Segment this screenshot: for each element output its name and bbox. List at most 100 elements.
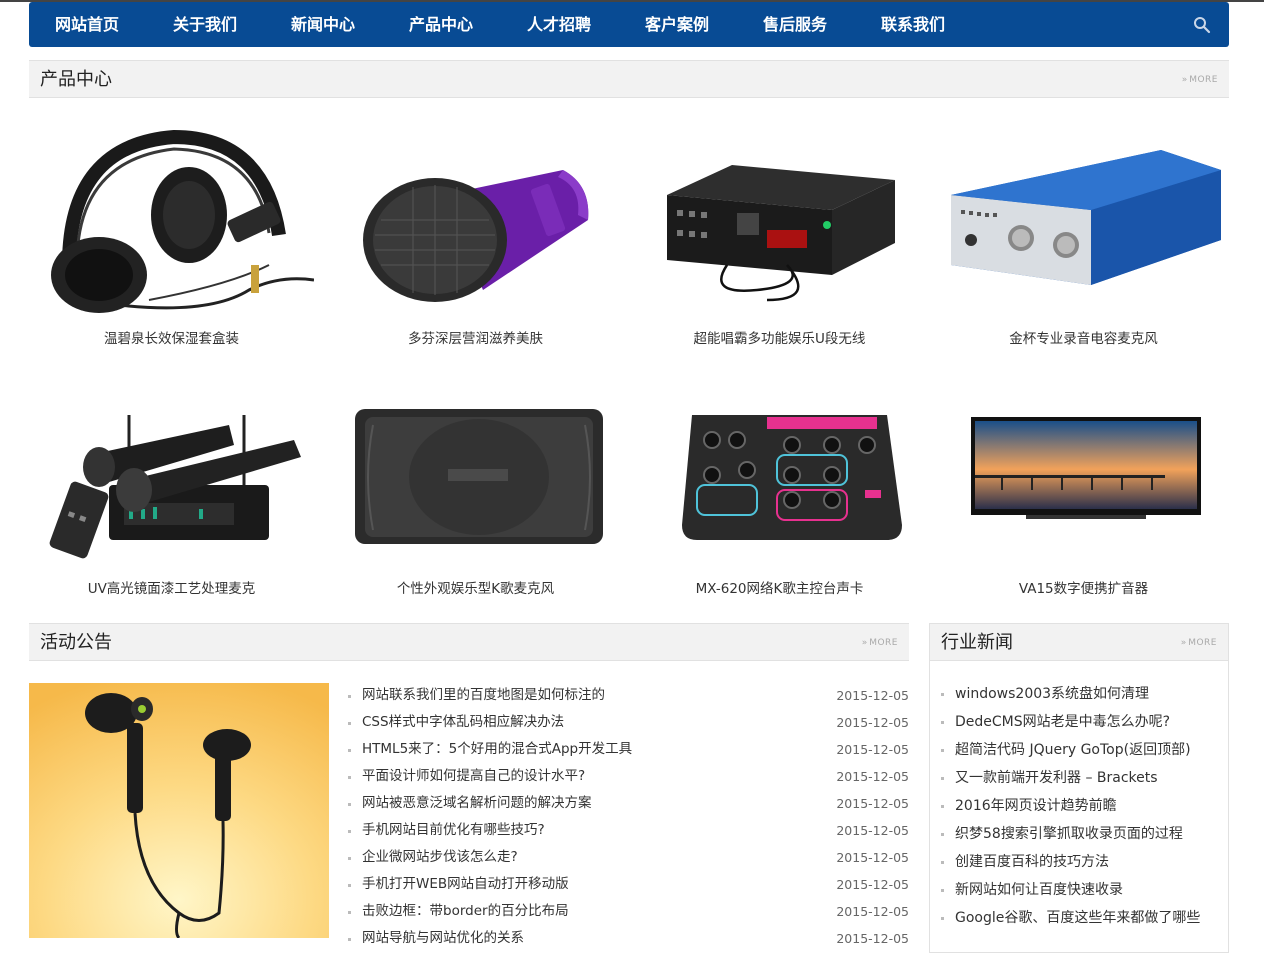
news-list-item[interactable]: 织梦58搜索引擎抓取收录页面的过程 — [941, 820, 1221, 848]
notice-date: 2015-12-05 — [836, 769, 909, 784]
nav-item-about[interactable]: 关于我们 — [173, 2, 237, 47]
notice-list-item[interactable]: 企业微网站步伐该怎么走? 2015-12-05 — [348, 844, 909, 871]
product-name: 多芬深层营润滋养美肤 — [408, 331, 543, 347]
notice-header: 活动公告 » MORE — [29, 623, 909, 661]
bullet — [348, 722, 351, 725]
notice-list-item[interactable]: 平面设计师如何提高自己的设计水平? 2015-12-05 — [348, 763, 909, 790]
nav-item-service[interactable]: 售后服务 — [763, 2, 827, 47]
search-icon[interactable] — [1193, 16, 1211, 34]
news-title: 行业新闻 — [941, 632, 1013, 653]
notice-list-item[interactable]: 击败边框：带border的百分比布局 2015-12-05 — [348, 898, 909, 925]
notice-list-item[interactable]: CSS样式中字体乱码相应解决办法 2015-12-05 — [348, 709, 909, 736]
bullet — [348, 911, 351, 914]
products-more-link[interactable]: » MORE — [1182, 61, 1218, 99]
notice-link[interactable]: 平面设计师如何提高自己的设计水平? — [362, 763, 585, 790]
products-title: 产品中心 — [40, 69, 112, 90]
news-list-item[interactable]: Google谷歌、百度这些年来都做了哪些 — [941, 904, 1221, 932]
news-more-link[interactable]: » MORE — [1181, 624, 1217, 662]
product-card[interactable]: 个性外观娱乐型K歌麦克风 — [333, 395, 618, 615]
nav-item-news[interactable]: 新闻中心 — [291, 2, 355, 47]
bullet — [348, 830, 351, 833]
notice-list-item[interactable]: 网站联系我们里的百度地图是如何标注的 2015-12-05 — [348, 682, 909, 709]
notice-date: 2015-12-05 — [836, 823, 909, 838]
products-header: 产品中心 » MORE — [29, 60, 1229, 98]
news-list-item[interactable]: 又一款前端开发利器 – Brackets — [941, 764, 1221, 792]
notice-date: 2015-12-05 — [836, 931, 909, 946]
notice-link[interactable]: CSS样式中字体乱码相应解决办法 — [362, 709, 564, 736]
news-list-item[interactable]: DedeCMS网站老是中毒怎么办呢? — [941, 708, 1221, 736]
notice-link[interactable]: 网站导航与网站优化的关系 — [362, 925, 524, 952]
product-card[interactable]: 金杯专业录音电容麦克风 — [941, 115, 1226, 347]
news-list-item[interactable]: 创建百度百科的技巧方法 — [941, 848, 1221, 876]
product-card[interactable]: 温碧泉长效保湿套盒装 — [29, 115, 314, 347]
nav-item-contact[interactable]: 联系我们 — [881, 2, 945, 47]
product-card[interactable]: MX-620网络K歌主控台声卡 — [637, 395, 922, 615]
notice-list: 网站联系我们里的百度地图是如何标注的 2015-12-05 CSS样式中字体乱码相应… — [348, 682, 909, 952]
notice-more-link[interactable]: » MORE — [862, 624, 898, 662]
news-list-item[interactable]: windows2003系统盘如何清理 — [941, 680, 1221, 708]
notice-link[interactable]: 网站被恶意泛域名解析问题的解决方案 — [362, 790, 592, 817]
news-link[interactable]: 创建百度百科的技巧方法 — [955, 848, 1109, 876]
bullet — [348, 749, 351, 752]
news-link[interactable]: 又一款前端开发利器 – Brackets — [955, 764, 1158, 792]
nav-item-cases[interactable]: 客户案例 — [645, 2, 709, 47]
product-name: MX-620网络K歌主控台声卡 — [695, 581, 864, 597]
notice-date: 2015-12-05 — [836, 877, 909, 892]
news-link[interactable]: DedeCMS网站老是中毒怎么办呢? — [955, 708, 1170, 736]
news-list-item[interactable]: 超简洁代码 JQuery GoTop(返回顶部) — [941, 736, 1221, 764]
mixer-image — [682, 415, 902, 540]
notice-list-item[interactable]: 手机网站目前优化有哪些技巧? 2015-12-05 — [348, 817, 909, 844]
notice-link[interactable]: HTML5来了：5个好用的混合式App开发工具 — [362, 736, 632, 763]
notice-link[interactable]: 手机网站目前优化有哪些技巧? — [362, 817, 545, 844]
bullet — [348, 776, 351, 779]
nav-item-products[interactable]: 产品中心 — [409, 2, 473, 47]
main-nav: 网站首页 关于我们 新闻中心 产品中心 人才招聘 客户案例 售后服务 联系我们 — [29, 2, 1229, 47]
product-card[interactable]: 超能唱霸多功能娱乐U段无线 — [637, 115, 922, 347]
news-link[interactable]: windows2003系统盘如何清理 — [955, 680, 1149, 708]
notice-list-item[interactable]: 网站被恶意泛域名解析问题的解决方案 2015-12-05 — [348, 790, 909, 817]
product-name: 温碧泉长效保湿套盒装 — [104, 331, 239, 347]
product-name: UV高光镜面漆工艺处理麦克 — [87, 581, 256, 597]
notice-link[interactable]: 手机打开WEB网站自动打开移动版 — [362, 871, 569, 898]
news-link[interactable]: 新网站如何让百度快速收录 — [955, 876, 1123, 904]
bullet — [941, 889, 944, 892]
news-list-item[interactable]: 2016年网页设计趋势前瞻 — [941, 792, 1221, 820]
speaker-image — [355, 409, 603, 544]
news-link[interactable]: 织梦58搜索引擎抓取收录页面的过程 — [955, 820, 1183, 848]
bullet — [941, 721, 944, 724]
product-card[interactable]: UV高光镜面漆工艺处理麦克 — [29, 395, 314, 615]
notice-link[interactable]: 企业微网站步伐该怎么走? — [362, 844, 518, 871]
news-list-item[interactable]: 新网站如何让百度快速收录 — [941, 876, 1221, 904]
news-link[interactable]: Google谷歌、百度这些年来都做了哪些 — [955, 904, 1200, 932]
notice-title: 活动公告 — [40, 632, 112, 653]
news-link[interactable]: 2016年网页设计趋势前瞻 — [955, 792, 1117, 820]
notice-date: 2015-12-05 — [836, 688, 909, 703]
tv-image — [971, 417, 1201, 519]
bullet — [941, 693, 944, 696]
notice-link[interactable]: 击败边框：带border的百分比布局 — [362, 898, 569, 925]
bullet — [348, 695, 351, 698]
news-list: windows2003系统盘如何清理 DedeCMS网站老是中毒怎么办呢? 超简洁代… — [941, 680, 1221, 932]
bullet — [941, 749, 944, 752]
product-card[interactable]: 多芬深层营润滋养美肤 — [333, 115, 618, 347]
notice-list-item[interactable]: HTML5来了：5个好用的混合式App开发工具 2015-12-05 — [348, 736, 909, 763]
notice-link[interactable]: 网站联系我们里的百度地图是如何标注的 — [362, 682, 605, 709]
notice-list-item[interactable]: 网站导航与网站优化的关系 2015-12-05 — [348, 925, 909, 952]
product-card[interactable]: VA15数字便携扩音器 — [941, 395, 1226, 615]
bullet — [941, 917, 944, 920]
amplifier-image — [667, 165, 895, 302]
notice-date: 2015-12-05 — [836, 796, 909, 811]
nav-item-jobs[interactable]: 人才招聘 — [527, 2, 591, 47]
bullet — [348, 857, 351, 860]
bullet — [348, 938, 351, 941]
notice-date: 2015-12-05 — [836, 904, 909, 919]
news-link[interactable]: 超简洁代码 JQuery GoTop(返回顶部) — [955, 736, 1191, 764]
notice-date: 2015-12-05 — [836, 715, 909, 730]
wireless-mic-set-image — [49, 415, 301, 559]
bullet — [941, 805, 944, 808]
nav-item-home[interactable]: 网站首页 — [55, 2, 119, 47]
earphones-image[interactable] — [29, 683, 329, 938]
audio-interface-image — [951, 150, 1221, 285]
notice-list-item[interactable]: 手机打开WEB网站自动打开移动版 2015-12-05 — [348, 871, 909, 898]
product-name: VA15数字便携扩音器 — [1018, 581, 1149, 597]
